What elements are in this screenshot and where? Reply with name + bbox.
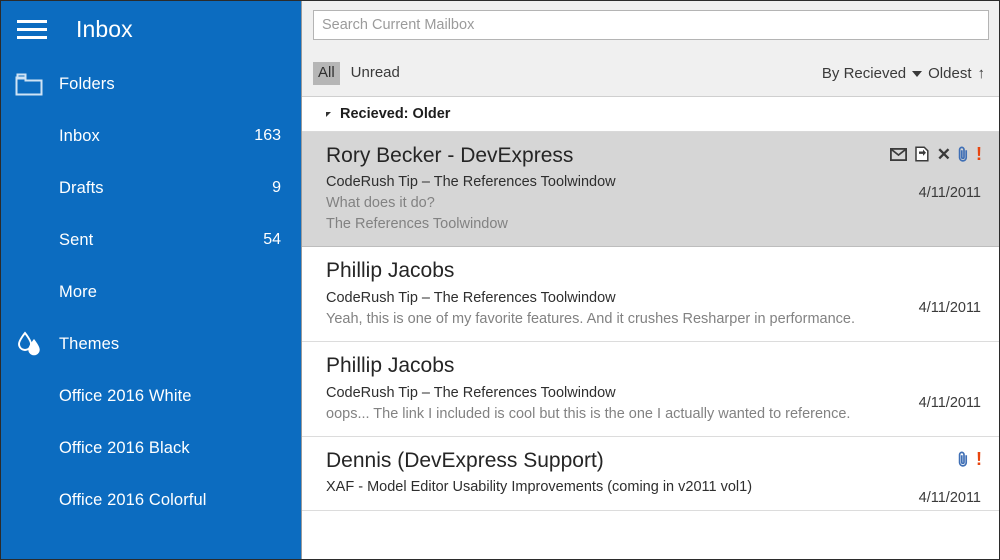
sidebar-item-more[interactable]: More	[1, 266, 301, 318]
filter-tab-unread[interactable]: Unread	[346, 62, 405, 86]
sort-by-dropdown[interactable]: By Recieved	[821, 65, 923, 82]
sidebar-item-label-more: More	[59, 282, 97, 301]
message-sender: Phillip Jacobs	[326, 354, 455, 378]
delete-icon[interactable]: ✕	[937, 146, 951, 163]
collapse-triangle-icon	[326, 112, 331, 117]
arrow-up-icon: ↑	[977, 65, 986, 82]
sidebar-item-sent[interactable]: Sent 54	[1, 214, 301, 266]
sidebar-item-inbox[interactable]: Inbox 163	[1, 110, 301, 162]
message-sender: Phillip Jacobs	[326, 259, 455, 283]
message-sender: Rory Becker - DevExpress	[326, 144, 574, 167]
message-preview-line: What does it do?	[326, 195, 435, 212]
search-input[interactable]	[313, 10, 989, 40]
message-subject: XAF - Model Editor Usability Improvement…	[326, 479, 753, 496]
chevron-down-icon	[912, 70, 923, 77]
filter-tabs: All Unread	[313, 61, 405, 86]
move-to-folder-icon[interactable]	[914, 146, 930, 162]
message-date: 4/11/2011	[918, 490, 981, 507]
sort-by-label: By Recieved	[821, 65, 907, 82]
sidebar-item-label-office-2016-white: Office 2016 White	[59, 386, 192, 405]
message-list: ✕ ! Rory Becker - DevExpress CodeRush Ti…	[302, 132, 999, 559]
sort-controls: By Recieved Oldest ↑	[822, 65, 985, 82]
high-importance-icon[interactable]: !	[976, 450, 982, 468]
message-list-item[interactable]: ✕ ! Rory Becker - DevExpress CodeRush Ti…	[302, 132, 999, 248]
message-subject: CodeRush Tip – The References Toolwindow	[326, 384, 616, 401]
sidebar-group-label-folders: Folders	[59, 74, 115, 93]
sidebar-item-label-office-2016-black: Office 2016 Black	[59, 438, 190, 457]
message-date: 4/11/2011	[918, 185, 981, 201]
message-date: 4/11/2011	[918, 300, 981, 317]
mail-pane: All Unread By Recieved Oldest ↑ Recieved…	[301, 1, 999, 559]
sidebar-item-office-2016-white[interactable]: Office 2016 White	[1, 370, 301, 422]
sort-order-label: Oldest	[928, 65, 972, 82]
navigation-sidebar: Inbox Folders Inbox 163 Drafts 9 Sent 54…	[1, 1, 301, 559]
sidebar-item-count-inbox: 163	[254, 127, 281, 144]
sidebar-group-themes[interactable]: Themes	[1, 318, 301, 370]
sidebar-group-folders[interactable]: Folders	[1, 58, 301, 110]
sidebar-item-count-drafts: 9	[272, 179, 281, 196]
sidebar-item-drafts[interactable]: Drafts 9	[1, 162, 301, 214]
group-header-label: Recieved: Older	[340, 106, 451, 122]
hamburger-menu-icon[interactable]	[15, 18, 49, 42]
message-date: 4/11/2011	[918, 395, 981, 412]
message-action-icons: ✕ !	[889, 145, 982, 163]
message-list-item[interactable]: Phillip Jacobs CodeRush Tip – The Refere…	[302, 342, 999, 438]
sidebar-item-count-sent: 54	[263, 231, 281, 248]
attachment-icon[interactable]	[958, 451, 969, 468]
message-list-item[interactable]: Phillip Jacobs CodeRush Tip – The Refere…	[302, 247, 999, 343]
message-preview-line: Yeah, this is one of my favorite feature…	[326, 310, 855, 327]
sidebar-item-label-sent: Sent	[59, 230, 94, 249]
high-importance-icon[interactable]: !	[976, 145, 982, 163]
email-client-window: Inbox Folders Inbox 163 Drafts 9 Sent 54…	[0, 0, 1000, 560]
filter-toolbar: All Unread By Recieved Oldest ↑	[302, 51, 999, 97]
sidebar-item-office-2016-colorful[interactable]: Office 2016 Colorful	[1, 474, 301, 526]
droplet-icon	[15, 331, 59, 357]
group-header-recieved-older[interactable]: Recieved: Older	[302, 97, 999, 132]
message-sender: Dennis (DevExpress Support)	[326, 449, 604, 473]
sidebar-title: Inbox	[76, 16, 133, 42]
message-list-item[interactable]: ! Dennis (DevExpress Support) XAF - Mode…	[302, 437, 999, 512]
attachment-icon[interactable]	[958, 146, 969, 163]
envelope-icon[interactable]	[889, 147, 907, 161]
message-subject: CodeRush Tip – The References Toolwindow	[326, 289, 616, 306]
message-subject: CodeRush Tip – The References Toolwindow	[326, 174, 616, 191]
sidebar-item-label-office-2016-colorful: Office 2016 Colorful	[59, 490, 207, 509]
message-preview-line: oops... The link I included is cool but …	[326, 405, 851, 422]
message-preview-line: The References Toolwindow	[326, 215, 508, 232]
sidebar-group-label-themes: Themes	[59, 334, 120, 353]
filter-tab-all[interactable]: All	[313, 61, 340, 86]
search-bar	[302, 1, 999, 51]
folder-icon	[15, 73, 59, 96]
sidebar-item-office-2016-black[interactable]: Office 2016 Black	[1, 422, 301, 474]
message-action-icons: !	[958, 450, 982, 468]
sidebar-header: Inbox	[1, 1, 301, 58]
sidebar-item-label-drafts: Drafts	[59, 178, 104, 197]
sidebar-item-label-inbox: Inbox	[59, 126, 100, 145]
sort-order-toggle[interactable]: Oldest ↑	[928, 65, 985, 82]
